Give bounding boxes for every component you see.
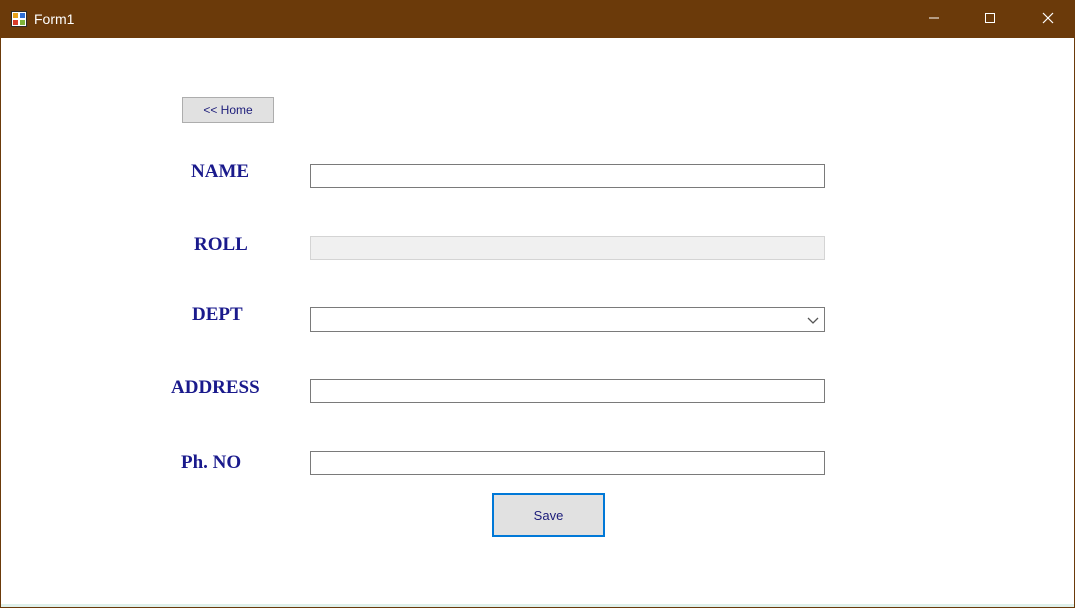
- window-title: Form1: [34, 11, 75, 27]
- chevron-down-icon[interactable]: [806, 313, 820, 327]
- dept-dropdown[interactable]: [310, 307, 825, 332]
- roll-label: ROLL: [194, 234, 248, 255]
- name-input[interactable]: [310, 164, 825, 188]
- minimize-button[interactable]: [911, 1, 957, 38]
- home-button[interactable]: << Home: [182, 97, 274, 123]
- save-button[interactable]: Save: [492, 493, 605, 537]
- close-icon: [1042, 11, 1054, 29]
- address-label: ADDRESS: [171, 377, 260, 398]
- dept-label: DEPT: [192, 304, 243, 325]
- main-window: Form1 << Home NAME ROLL DEPT ADDRESS Ph.…: [0, 0, 1075, 608]
- name-label: NAME: [191, 161, 250, 182]
- phone-input[interactable]: [310, 451, 825, 475]
- address-input[interactable]: [310, 379, 825, 403]
- form-client-area: << Home NAME ROLL DEPT ADDRESS Ph. NO Sa…: [1, 38, 1074, 607]
- minimize-icon: [928, 11, 940, 29]
- title-bar[interactable]: Form1: [1, 1, 1074, 38]
- maximize-button[interactable]: [967, 1, 1013, 38]
- phone-label: Ph. NO: [181, 452, 242, 473]
- window-bottom-border: [1, 604, 1074, 607]
- maximize-icon: [984, 11, 996, 29]
- close-button[interactable]: [1025, 1, 1071, 38]
- form-app-icon: [11, 11, 27, 27]
- roll-input: [310, 236, 825, 260]
